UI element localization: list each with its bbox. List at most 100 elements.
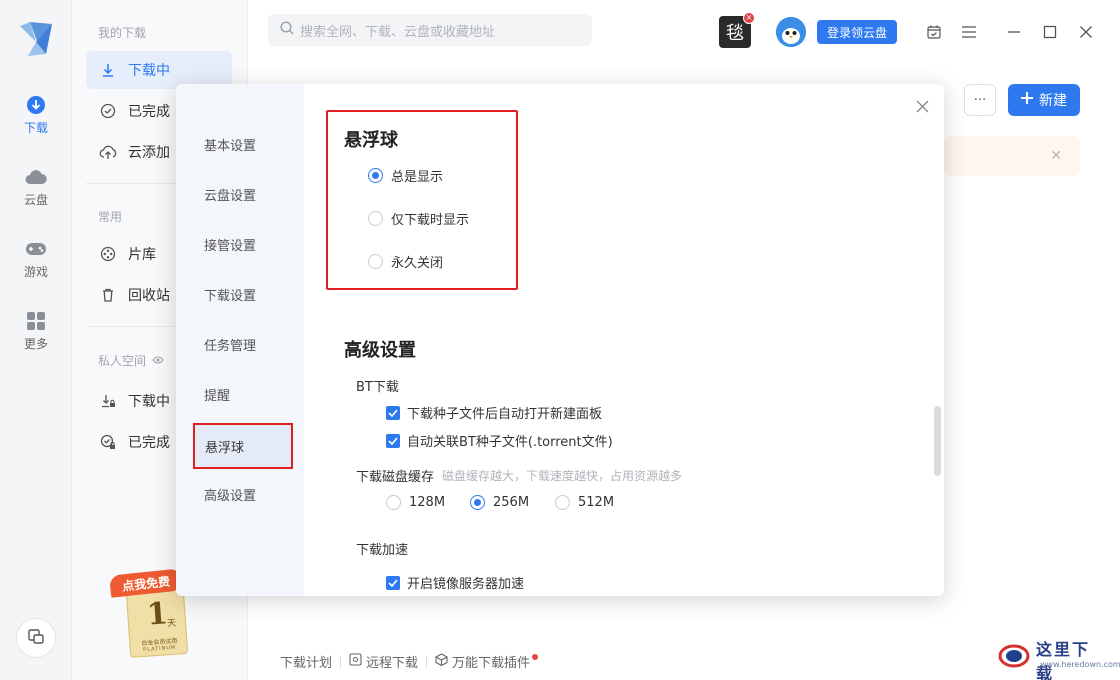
nav-item-label: 已完成	[128, 104, 170, 120]
settings-menu-takeover[interactable]: 接管设置	[194, 224, 290, 264]
film-reel-icon	[98, 244, 118, 264]
game-avatar[interactable]: 毯 ×	[719, 12, 755, 48]
radio-label: 256M	[493, 495, 530, 510]
promo-card: 1 天 白金会员试用 PLATINUM	[125, 588, 189, 658]
nav-item-label: 片库	[128, 247, 156, 263]
settings-content: 悬浮球 总是显示 仅下载时显示 永久关闭 高级设置 BT下载 下载种子文件后自动…	[304, 84, 944, 596]
settings-menu-reminder[interactable]: 提醒	[194, 374, 290, 414]
cache-256m[interactable]: 256M	[470, 495, 529, 510]
gamepad-icon	[25, 238, 47, 260]
float-ball-download-only[interactable]: 仅下载时显示	[368, 209, 469, 228]
settings-menu-basic[interactable]: 基本设置	[194, 124, 290, 164]
checkbox-checked-icon[interactable]	[386, 575, 400, 590]
bt-associate-checkbox[interactable]: 自动关联BT种子文件(.torrent文件)	[386, 431, 613, 450]
nav-item-label: 下载中	[128, 63, 170, 79]
disk-cache-label: 下载磁盘缓存	[356, 470, 435, 485]
radio-label: 永久关闭	[391, 256, 444, 271]
cache-512m[interactable]: 512M	[555, 495, 614, 510]
bird-avatar-icon	[776, 17, 806, 47]
login-cloud-button[interactable]: 登录领云盘	[817, 20, 897, 44]
advanced-title: 高级设置	[344, 340, 416, 361]
cloud-icon	[25, 166, 47, 188]
left-rail: 下载 云盘 游戏 更多	[0, 0, 72, 680]
notice-bar: ✕	[944, 136, 1080, 176]
settings-menu-float-ball[interactable]: 悬浮球	[193, 423, 293, 469]
download-plugin-link[interactable]: 万能下载插件	[435, 652, 539, 671]
mirror-accel-checkbox[interactable]: 开启镜像服务器加速	[386, 573, 524, 592]
settings-menu: 基本设置 云盘设置 接管设置 下载设置 任务管理 提醒 悬浮球 高级设置	[176, 84, 304, 596]
watermark-title: 这里下载	[1036, 640, 1091, 680]
rail-cloud[interactable]: 云盘	[0, 166, 72, 222]
remote-download-link[interactable]: 远程下载	[349, 652, 418, 671]
menu-icon[interactable]	[959, 22, 979, 42]
rail-download[interactable]: 下载	[0, 94, 72, 150]
new-task-label: 新建	[1039, 93, 1067, 109]
rail-game[interactable]: 游戏	[0, 238, 72, 294]
mini-mode-button[interactable]	[16, 618, 56, 658]
disk-cache-hint: 磁盘缓存越大，下载速度越快，占用资源越多	[442, 469, 683, 483]
radio-label: 128M	[409, 495, 446, 510]
radio-label: 总是显示	[391, 170, 444, 185]
settings-menu-download[interactable]: 下载设置	[194, 274, 290, 314]
radio-unselected[interactable]	[368, 211, 383, 226]
disk-cache-row: 下载磁盘缓存 磁盘缓存越大，下载速度越快，占用资源越多	[356, 466, 682, 485]
nav-item-label: 下载中	[128, 394, 170, 410]
radio-unselected[interactable]	[386, 495, 401, 510]
download-plugin-label: 万能下载插件	[452, 656, 531, 671]
remote-icon	[349, 653, 362, 670]
cache-128m[interactable]: 128M	[386, 495, 445, 510]
download-arrow-icon	[98, 60, 118, 80]
accel-label: 下载加速	[356, 543, 409, 558]
settings-menu-task[interactable]: 任务管理	[194, 324, 290, 364]
bt-auto-open-checkbox[interactable]: 下载种子文件后自动打开新建面板	[386, 403, 602, 422]
new-task-button[interactable]: 新建	[1008, 84, 1080, 116]
search-placeholder: 搜索全网、下载、云盘或收藏地址	[300, 24, 496, 40]
checkbox-checked-icon[interactable]	[386, 433, 400, 448]
trash-icon	[98, 285, 118, 305]
nav-item-label: 回收站	[128, 288, 170, 304]
settings-menu-advanced[interactable]: 高级设置	[194, 474, 290, 514]
rail-label: 游戏	[23, 265, 48, 279]
section-private-label: 私人空间	[98, 354, 147, 368]
settings-dialog: 基本设置 云盘设置 接管设置 下载设置 任务管理 提醒 悬浮球 高级设置 悬浮球…	[176, 84, 944, 596]
section-common: 常用	[98, 210, 123, 224]
search-icon	[280, 21, 294, 39]
watermark-url: www.heredown.com	[1040, 660, 1120, 669]
site-watermark: 这里下载 www.heredown.com	[996, 636, 1120, 680]
settings-menu-cloud[interactable]: 云盘设置	[194, 174, 290, 214]
checkbox-label: 开启镜像服务器加速	[407, 577, 525, 592]
calendar-icon[interactable]	[924, 22, 944, 42]
rail-label: 云盘	[23, 193, 48, 207]
download-plan-link[interactable]: 下载计划	[280, 652, 332, 671]
cube-icon	[435, 653, 448, 670]
user-avatar[interactable]	[776, 17, 806, 47]
radio-label: 仅下载时显示	[391, 213, 470, 228]
radio-selected[interactable]	[368, 168, 383, 183]
minimize-icon[interactable]	[1004, 22, 1024, 42]
promo-unit: 天	[166, 618, 177, 630]
radio-selected[interactable]	[470, 495, 485, 510]
download-circle-icon	[25, 94, 47, 116]
close-window-icon[interactable]	[1076, 22, 1096, 42]
nav-item-label: 已完成	[128, 435, 170, 451]
radio-label: 512M	[578, 495, 615, 510]
window-switch-icon	[27, 627, 45, 649]
rail-label: 下载	[23, 121, 48, 135]
maximize-icon[interactable]	[1040, 22, 1060, 42]
float-ball-off[interactable]: 永久关闭	[368, 252, 443, 271]
cloud-upload-icon	[98, 142, 118, 162]
new-dot-badge	[532, 653, 539, 660]
radio-unselected[interactable]	[555, 495, 570, 510]
checkbox-checked-icon[interactable]	[386, 405, 400, 420]
close-badge-icon[interactable]: ×	[743, 12, 755, 24]
settings-scrollbar[interactable]	[934, 406, 941, 476]
app-logo-icon	[16, 18, 56, 60]
bottom-links: 下载计划 远程下载 万能下载插件	[280, 652, 539, 671]
radio-unselected[interactable]	[368, 254, 383, 269]
close-notice-icon[interactable]: ✕	[1050, 148, 1062, 164]
rail-more[interactable]: 更多	[0, 310, 72, 366]
search-input[interactable]: 搜索全网、下载、云盘或收藏地址	[268, 14, 592, 46]
more-button[interactable]: ···	[964, 84, 996, 116]
eye-icon[interactable]	[152, 354, 164, 368]
float-ball-always[interactable]: 总是显示	[368, 166, 443, 185]
